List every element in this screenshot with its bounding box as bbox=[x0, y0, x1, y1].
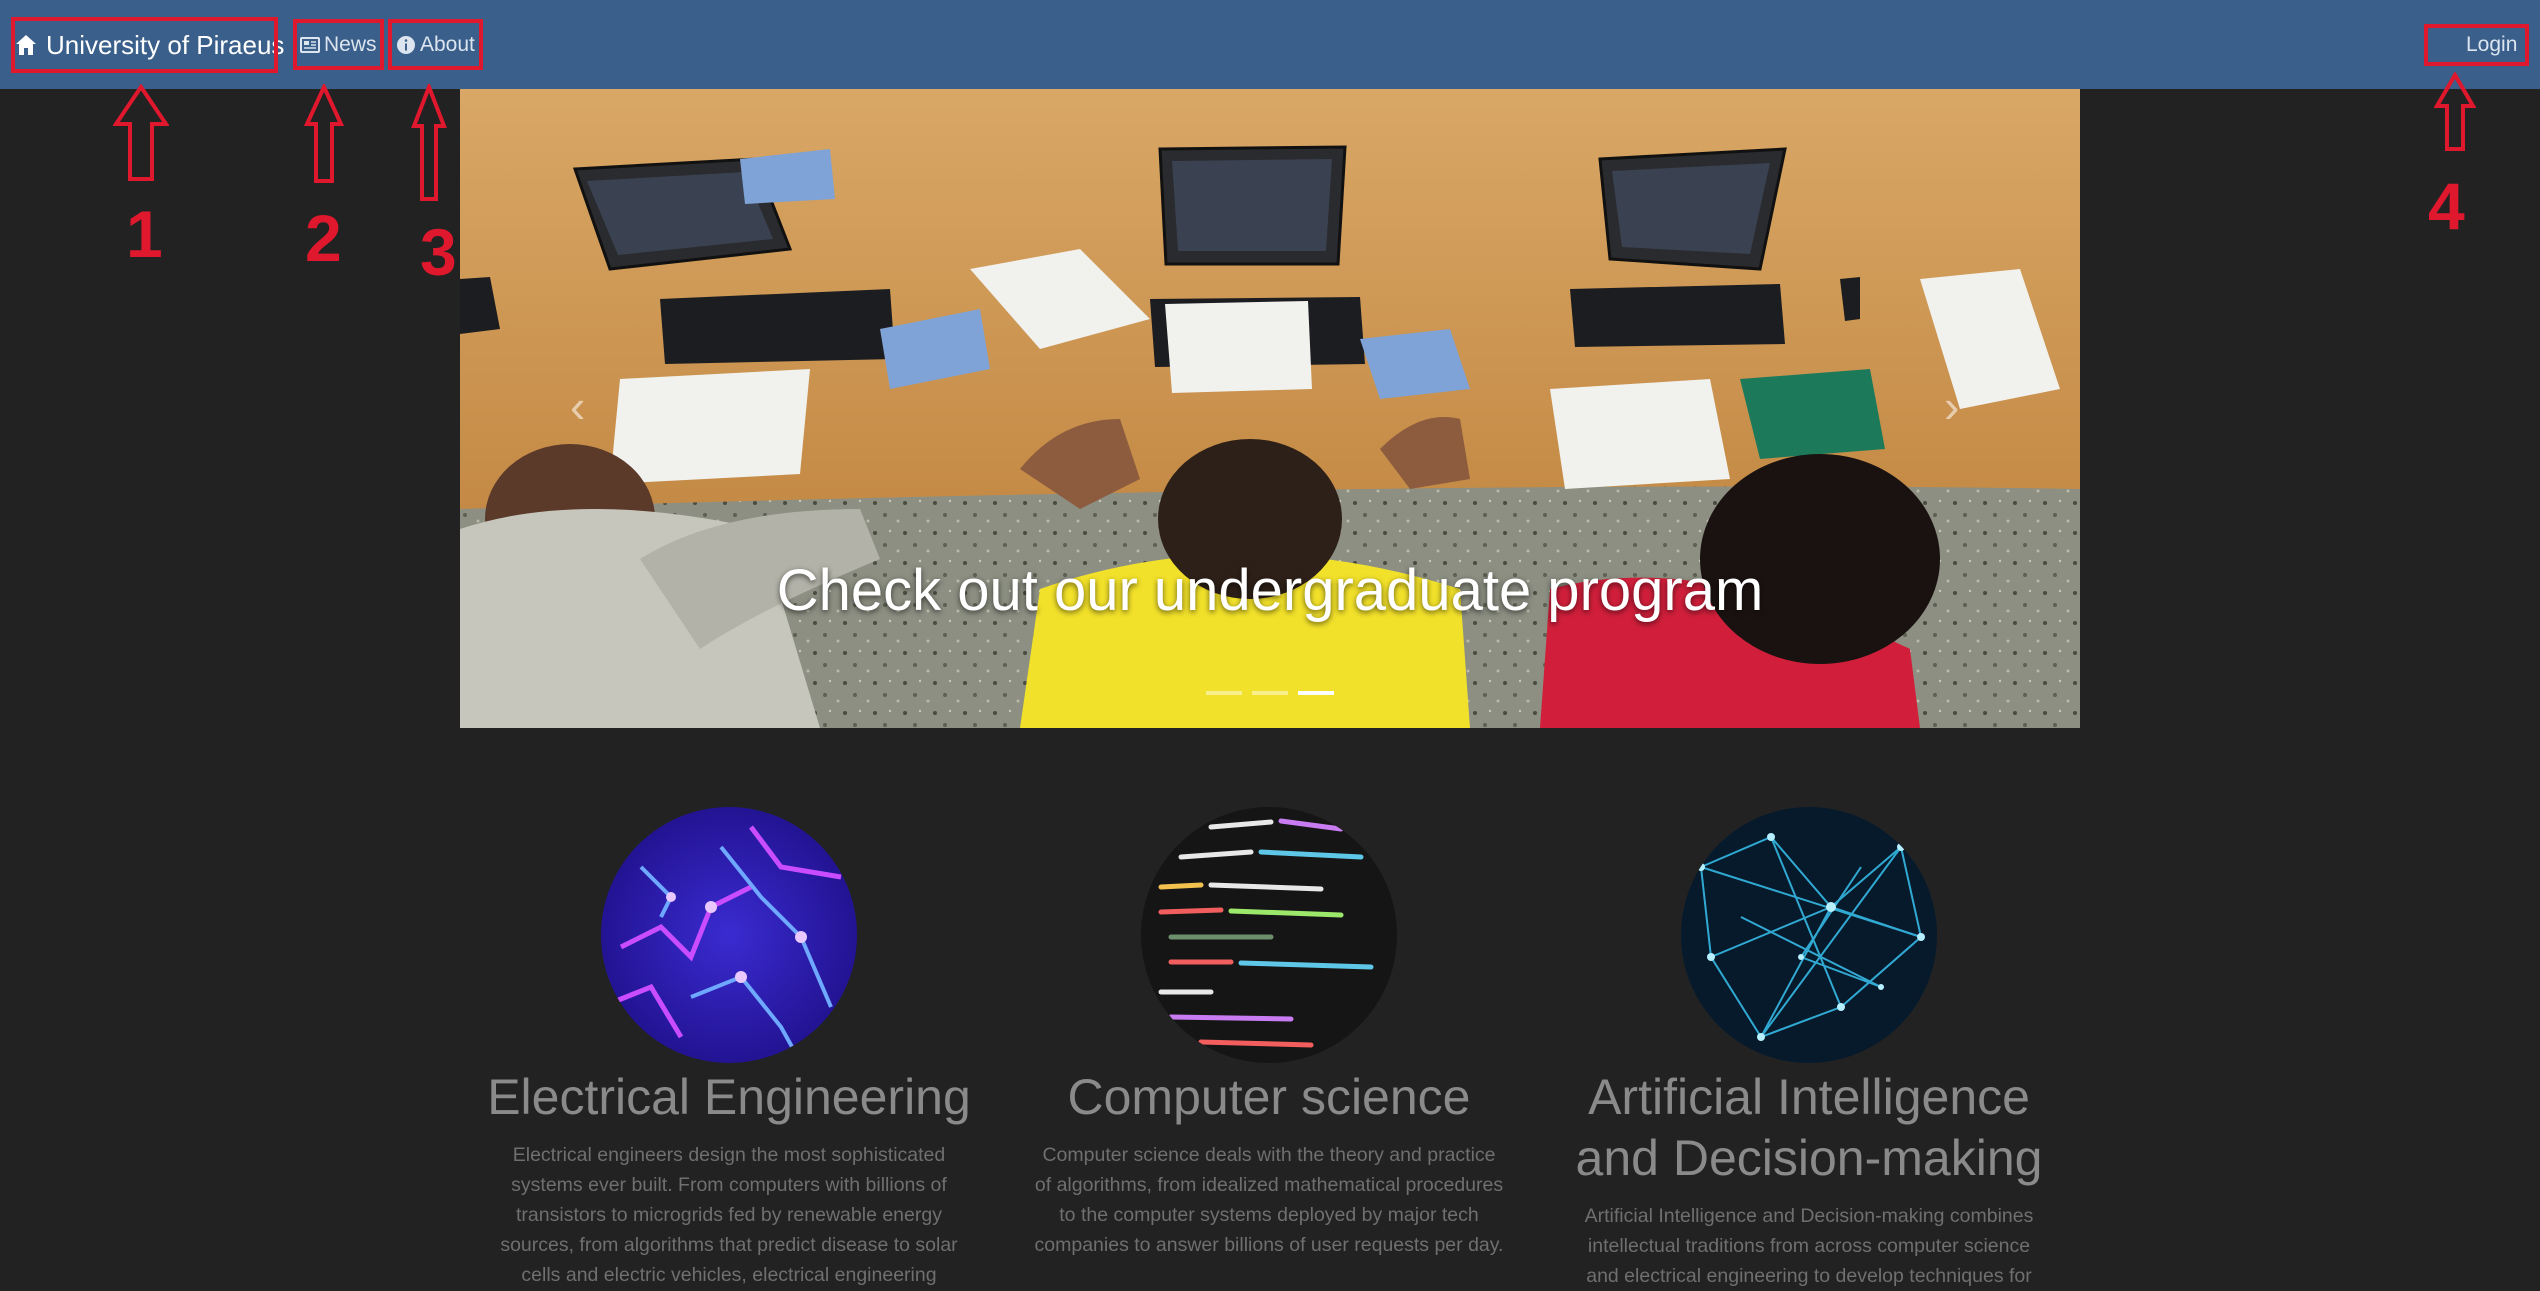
feature-title: Artificial Intelligence and Decision-mak… bbox=[1575, 1069, 2043, 1186]
up-arrow-icon bbox=[411, 84, 447, 201]
code-screen-image bbox=[1141, 807, 1397, 1063]
feature-computer-science: Computer science Computer science deals … bbox=[1019, 807, 1519, 1260]
feature-description: Electrical engineers design the most sop… bbox=[500, 1144, 958, 1286]
up-arrow-icon bbox=[113, 84, 169, 181]
annotation-box-about bbox=[388, 19, 483, 70]
annotation-number: 3 bbox=[420, 215, 457, 289]
carousel-caption: Check out our undergraduate program bbox=[776, 558, 1764, 623]
carousel-next-button[interactable]: › bbox=[1944, 379, 1959, 433]
annotation-box-brand bbox=[11, 17, 278, 73]
feature-electrical-engineering: Electrical Engineering Electrical engine… bbox=[479, 807, 979, 1290]
carousel-prev-button[interactable]: ‹ bbox=[570, 379, 585, 433]
feature-description: Computer science deals with the theory a… bbox=[1034, 1144, 1504, 1256]
circuit-board-image bbox=[601, 807, 857, 1063]
carousel-indicator[interactable] bbox=[1206, 691, 1242, 695]
annotation-number: 2 bbox=[305, 201, 342, 275]
feature-title: Computer science bbox=[1067, 1069, 1471, 1125]
up-arrow-icon bbox=[304, 84, 344, 183]
feature-artificial-intelligence: Artificial Intelligence and Decision-mak… bbox=[1559, 807, 2059, 1291]
carousel-indicators bbox=[1206, 691, 1334, 695]
carousel-slide-image bbox=[460, 89, 2080, 728]
annotation-box-login bbox=[2424, 24, 2529, 66]
carousel-indicator-active[interactable] bbox=[1298, 691, 1334, 695]
feature-title: Electrical Engineering bbox=[487, 1069, 971, 1125]
network-mesh-image bbox=[1681, 807, 1937, 1063]
hero-carousel[interactable]: ‹ › Check out our undergraduate program bbox=[460, 89, 2080, 728]
annotation-box-news bbox=[293, 19, 384, 70]
up-arrow-icon bbox=[2434, 72, 2476, 151]
feature-description: Artificial Intelligence and Decision-mak… bbox=[1584, 1205, 2034, 1287]
carousel-indicator[interactable] bbox=[1252, 691, 1288, 695]
annotation-number: 4 bbox=[2428, 169, 2465, 243]
annotation-number: 1 bbox=[126, 197, 163, 271]
